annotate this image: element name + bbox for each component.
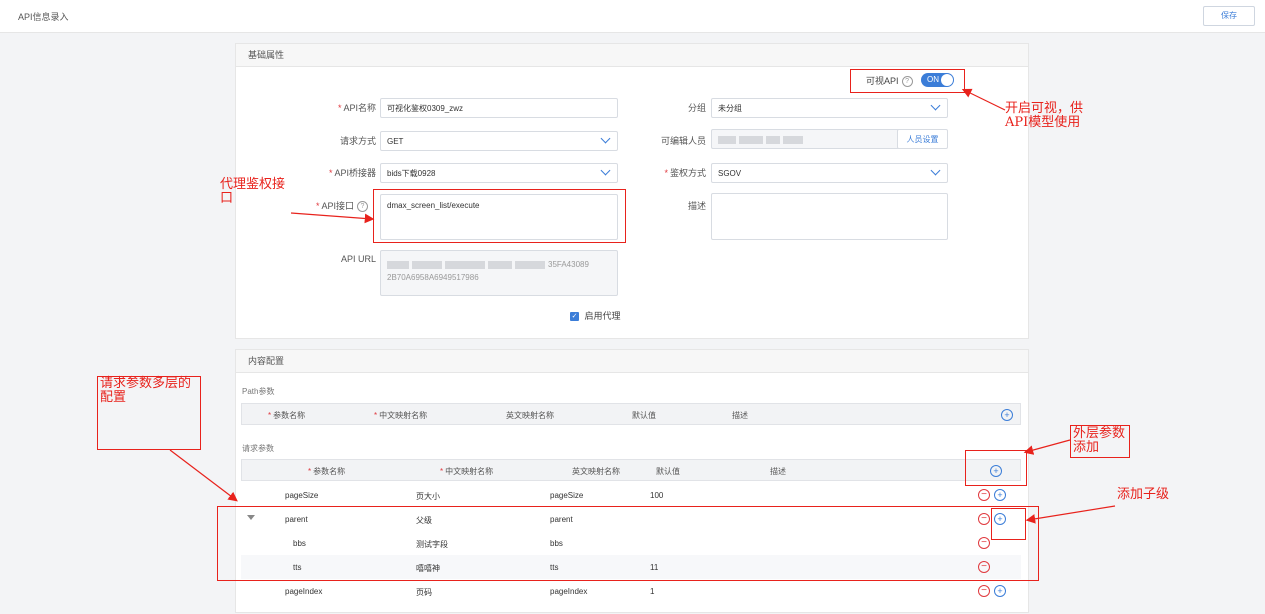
arrow-outer-add bbox=[1023, 439, 1071, 455]
arrow-multi-level bbox=[169, 449, 238, 502]
arrow-visible-api bbox=[961, 88, 1006, 111]
arrow-proxy-auth bbox=[290, 212, 375, 224]
arrow-child-add bbox=[1025, 505, 1116, 524]
annotation-arrows bbox=[169, 88, 1116, 524]
